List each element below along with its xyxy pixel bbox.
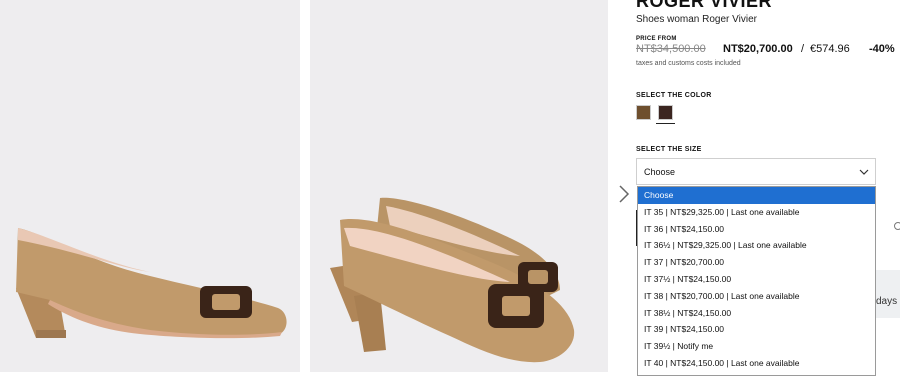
- size-option[interactable]: IT 40 | NT$24,150.00 | Last one availabl…: [638, 355, 875, 372]
- color-swatch-dark-brown[interactable]: [658, 105, 673, 120]
- selected-swatch-indicator: [656, 123, 675, 124]
- size-section-label: SELECT THE SIZE: [636, 146, 702, 153]
- product-image-pair[interactable]: [310, 0, 608, 372]
- delivery-info-box: [876, 270, 900, 318]
- color-swatch-tan[interactable]: [636, 105, 651, 120]
- size-option[interactable]: IT 35 | NT$29,325.00 | Last one availabl…: [638, 204, 875, 221]
- size-select-value: Choose: [644, 167, 676, 177]
- size-dropdown-list: Choose IT 35 | NT$29,325.00 | Last one av…: [637, 186, 876, 376]
- size-option[interactable]: IT 37 | NT$20,700.00: [638, 254, 875, 271]
- size-option[interactable]: IT 37½ | NT$24,150.00: [638, 271, 875, 288]
- info-icon[interactable]: [894, 222, 900, 230]
- brand-title: ROGER VIVIER: [636, 0, 773, 11]
- product-subtitle: Shoes woman Roger Vivier: [636, 14, 757, 25]
- color-section-label: SELECT THE COLOR: [636, 92, 712, 99]
- price-label: PRICE FROM: [636, 36, 677, 42]
- size-option[interactable]: IT 36 | NT$24,150.00: [638, 221, 875, 238]
- size-option[interactable]: IT 38½ | NT$24,150.00: [638, 305, 875, 322]
- size-option-choose[interactable]: Choose: [638, 187, 875, 204]
- original-price: NT$34,500.00: [636, 43, 706, 55]
- taxes-note: taxes and customs costs included: [636, 60, 741, 67]
- shoe-pair-illustration: [330, 197, 575, 363]
- chevron-right-icon[interactable]: [616, 184, 632, 204]
- size-option[interactable]: IT 39 | NT$24,150.00: [638, 321, 875, 338]
- sale-price: NT$20,700.00: [723, 43, 793, 55]
- size-option[interactable]: IT 38 | NT$20,700.00 | Last one availabl…: [638, 288, 875, 305]
- size-option[interactable]: IT 36½ | NT$29,325.00 | Last one availab…: [638, 237, 875, 254]
- price-row: NT$34,500.00 NT$20,700.00 / €574.96 -40%: [636, 43, 900, 57]
- euro-price: €574.96: [810, 43, 850, 55]
- chevron-down-icon: [859, 169, 869, 175]
- discount-badge: -40%: [869, 43, 895, 55]
- shoe-side-illustration: [16, 228, 287, 339]
- delivery-days-text: days t: [876, 296, 900, 307]
- price-separator: /: [801, 43, 805, 55]
- size-option[interactable]: IT 39½ | Notify me: [638, 338, 875, 355]
- size-select[interactable]: Choose: [636, 158, 876, 185]
- product-image-side[interactable]: [0, 0, 300, 372]
